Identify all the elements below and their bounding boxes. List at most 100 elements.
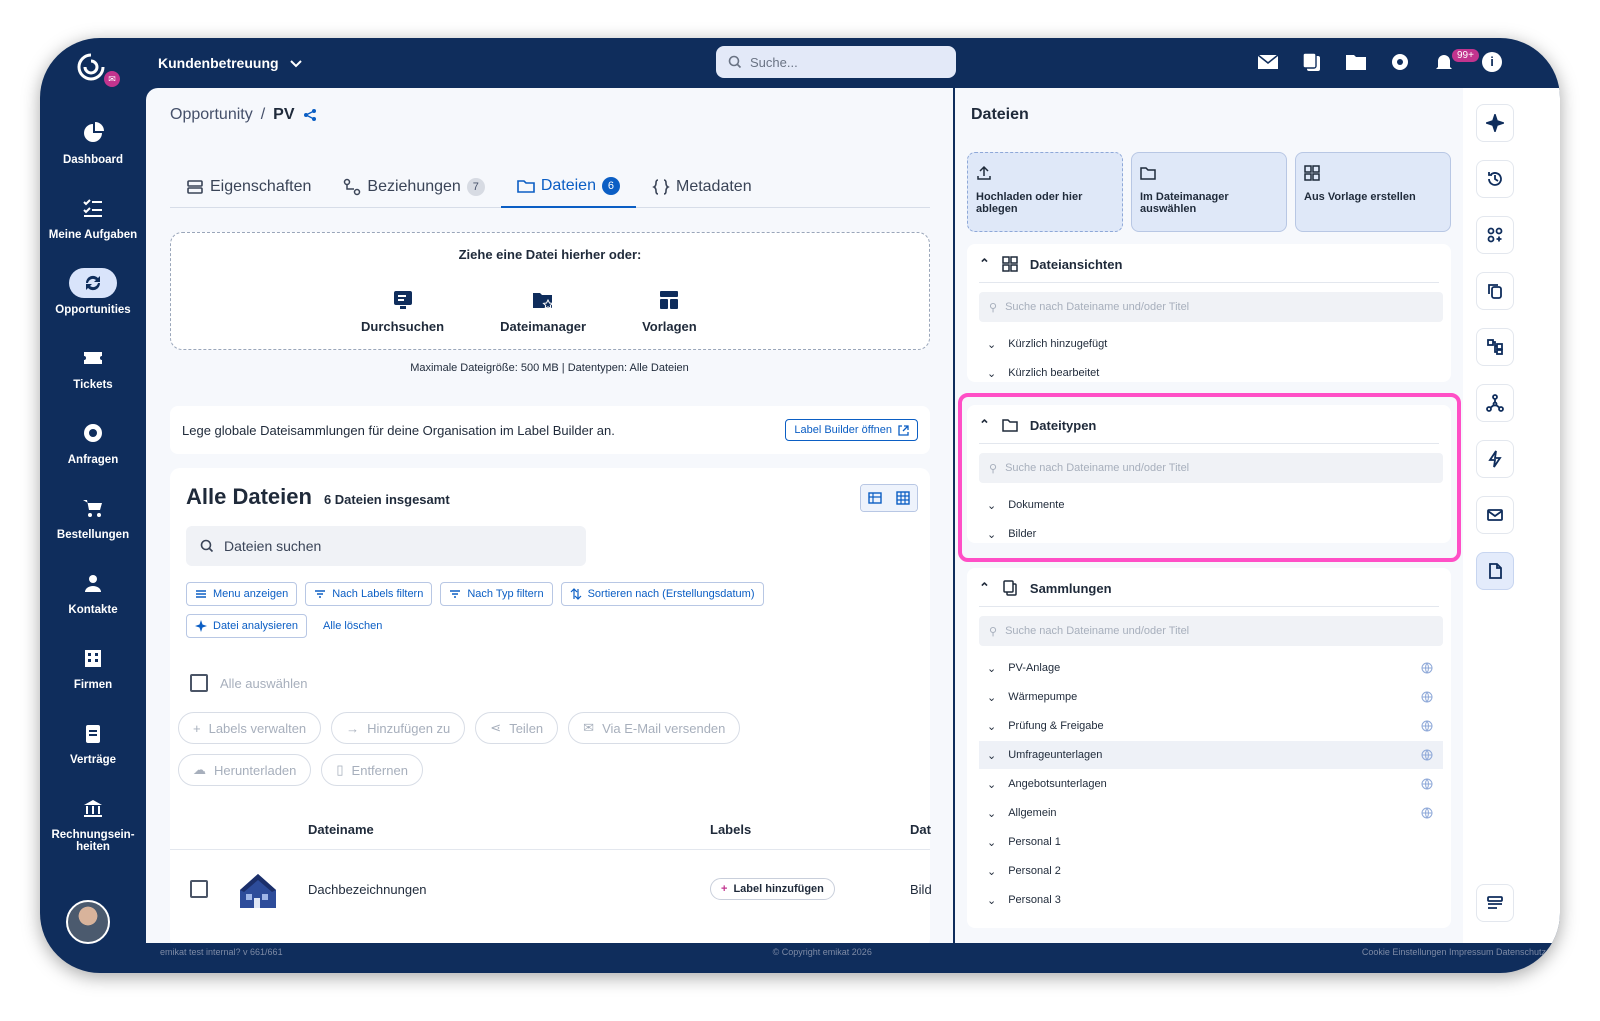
section-search-input[interactable]: ⚲ Suche nach Dateiname und/oder Titel — [979, 616, 1443, 646]
collection-item[interactable]: ⌄ Allgemein — [979, 799, 1443, 827]
breadcrumb-current: PV — [273, 106, 295, 123]
footer-links[interactable]: Cookie Einstellungen Impressum Datenschu… — [1362, 947, 1546, 969]
global-search-input[interactable]: Suche... — [716, 46, 956, 78]
building-icon — [85, 650, 101, 667]
collection-item[interactable]: ⌄ Personal 2 — [979, 857, 1443, 885]
file-dropzone[interactable]: Ziehe eine Datei hierher oder: Durchsuch… — [170, 232, 930, 350]
sort-button[interactable]: Sortieren nach (Erstellungsdatum) — [560, 582, 764, 606]
filter-type-button[interactable]: Nach Typ filtern — [440, 582, 553, 606]
tab-label: Eigenschaften — [210, 178, 312, 195]
add-label-button[interactable]: + Label hinzufügen — [710, 878, 835, 900]
template-card[interactable]: Aus Vorlage erstellen — [1295, 152, 1451, 232]
collection-item[interactable]: ⌄ Prüfung & Freigabe — [979, 712, 1443, 740]
column-type[interactable]: Dat — [910, 822, 931, 837]
search-placeholder: Suche nach Dateiname und/oder Titel — [1005, 301, 1190, 313]
collection-item[interactable]: ⌄ PV-Anlage — [979, 654, 1443, 682]
history-button[interactable] — [1476, 160, 1514, 198]
menu-button[interactable]: Menu anzeigen — [186, 582, 298, 606]
file-thumbnail[interactable] — [234, 866, 282, 912]
sidebar-item-tasks[interactable]: Meine Aufgaben — [40, 193, 146, 268]
chevron-down-icon: ⌄ — [987, 894, 997, 907]
browse-button[interactable]: Durchsuchen — [361, 289, 444, 334]
collection-item[interactable]: ⌄ Personal 1 — [979, 828, 1443, 856]
list-item[interactable]: ⌄ Kürzlich bearbeitet — [979, 359, 1443, 387]
section-header[interactable]: ⌃ Dateiansichten — [979, 256, 1122, 272]
automation-button[interactable] — [1476, 440, 1514, 478]
manage-labels-button[interactable]: + Labels verwalten — [178, 712, 322, 744]
share-icon[interactable] — [303, 108, 317, 122]
select-all-checkbox[interactable] — [190, 674, 208, 692]
download-button[interactable]: ☁ Herunterladen — [178, 754, 312, 786]
mail-icon[interactable] — [1256, 50, 1280, 74]
mail-button[interactable] — [1476, 496, 1514, 534]
user-avatar[interactable] — [66, 900, 110, 944]
remove-button[interactable]: ▯ Entfernen — [321, 754, 423, 786]
sidebar-item-companies[interactable]: Firmen — [40, 643, 146, 718]
list-item[interactable]: ⌄ Bilder — [979, 520, 1443, 548]
right-rail — [1463, 88, 1560, 943]
sidebar-item-orders[interactable]: Bestellungen — [40, 493, 146, 568]
info-icon[interactable]: i — [1482, 52, 1502, 72]
files-search-input[interactable]: Dateien suchen — [186, 526, 586, 566]
file-name[interactable]: Dachbezeichnungen — [308, 882, 427, 897]
tab-files[interactable]: Dateien 6 — [500, 166, 636, 208]
column-labels[interactable]: Labels — [710, 822, 751, 837]
label-builder-button[interactable]: Label Builder öffnen — [785, 419, 918, 441]
tab-relations[interactable]: Beziehungen 7 — [327, 166, 500, 208]
hierarchy-button[interactable] — [1476, 328, 1514, 366]
tab-properties[interactable]: Eigenschaften — [170, 166, 327, 208]
analyze-file-button[interactable]: Datei analysieren — [186, 614, 307, 638]
sidebar-item-billing[interactable]: Rechnungsein-heiten — [40, 793, 146, 868]
pie-chart-icon — [84, 122, 104, 142]
action-label: Hinzufügen zu — [367, 720, 451, 736]
add-to-button[interactable]: → Hinzufügen zu — [331, 712, 466, 744]
row-checkbox[interactable] — [190, 880, 208, 898]
breadcrumb-parent[interactable]: Opportunity — [170, 106, 253, 124]
apps-button[interactable] — [1476, 216, 1514, 254]
section-search-input[interactable]: ⚲ Suche nach Dateiname und/oder Titel — [979, 453, 1443, 483]
network-button[interactable] — [1476, 384, 1514, 422]
list-item[interactable]: ⌄ Dokumente — [979, 491, 1443, 519]
select-all[interactable]: Alle auswählen — [190, 674, 307, 692]
section-search-input[interactable]: ⚲ Suche nach Dateiname und/oder Titel — [979, 292, 1443, 322]
sidebar-item-requests[interactable]: Anfragen — [40, 418, 146, 493]
files-button[interactable] — [1476, 552, 1514, 590]
upload-card[interactable]: Hochladen oder hier ablegen — [967, 152, 1123, 232]
table-row[interactable]: Dachbezeichnungen + Label hinzufügen Bild — [170, 854, 932, 924]
list-item[interactable]: ⌄ Kürzlich hinzugefügt — [979, 330, 1443, 358]
sidebar-item-tickets[interactable]: Tickets — [40, 343, 146, 418]
table-view-button[interactable] — [861, 485, 889, 511]
list-settings-button[interactable] — [1476, 884, 1514, 922]
section-header[interactable]: ⌃ Sammlungen — [979, 580, 1112, 596]
workspace-selector[interactable]: Kundenbetreuung — [158, 55, 303, 71]
sidebar-item-contracts[interactable]: Verträge — [40, 718, 146, 793]
section-header[interactable]: ⌃ Dateitypen — [979, 417, 1096, 433]
collection-item[interactable]: ⌄ Personal 3 — [979, 886, 1443, 914]
share-button[interactable]: ⋖ Teilen — [475, 712, 559, 744]
folder-icon[interactable] — [1344, 50, 1368, 74]
item-label: Kürzlich bearbeitet — [1008, 367, 1100, 379]
clear-all-button[interactable]: Alle löschen — [315, 614, 390, 638]
sidebar-item-contacts[interactable]: Kontakte — [40, 568, 146, 643]
templates-button[interactable]: Vorlagen — [642, 289, 697, 334]
copy-icon[interactable] — [1300, 50, 1324, 74]
filter-label: Nach Typ filtern — [467, 588, 544, 600]
sidebar-item-dashboard[interactable]: Dashboard — [40, 118, 146, 193]
copy-button[interactable] — [1476, 272, 1514, 310]
file-manager-button[interactable]: Dateimanager — [500, 289, 586, 334]
column-filename[interactable]: Dateiname — [308, 822, 374, 837]
grid-view-button[interactable] — [889, 485, 917, 511]
panel-title: Dateien — [971, 106, 1029, 123]
sidebar-item-opportunities[interactable]: Opportunities — [40, 268, 146, 343]
tab-metadata[interactable]: Metadaten — [636, 166, 768, 208]
tab-count-badge: 6 — [601, 177, 620, 195]
file-manager-card[interactable]: Im Dateimanager auswählen — [1131, 152, 1287, 232]
collection-item[interactable]: ⌄ Umfrageunterlagen — [979, 741, 1443, 769]
collection-item[interactable]: ⌄ Angebotsunterlagen — [979, 770, 1443, 798]
app-logo-icon[interactable] — [76, 52, 106, 82]
gear-icon[interactable] — [1388, 50, 1412, 74]
filter-labels-button[interactable]: Nach Labels filtern — [305, 582, 433, 606]
send-email-button[interactable]: ✉ Via E-Mail versenden — [568, 712, 741, 744]
collection-item[interactable]: ⌄ Wärmepumpe — [979, 683, 1443, 711]
ai-button[interactable] — [1476, 104, 1514, 142]
